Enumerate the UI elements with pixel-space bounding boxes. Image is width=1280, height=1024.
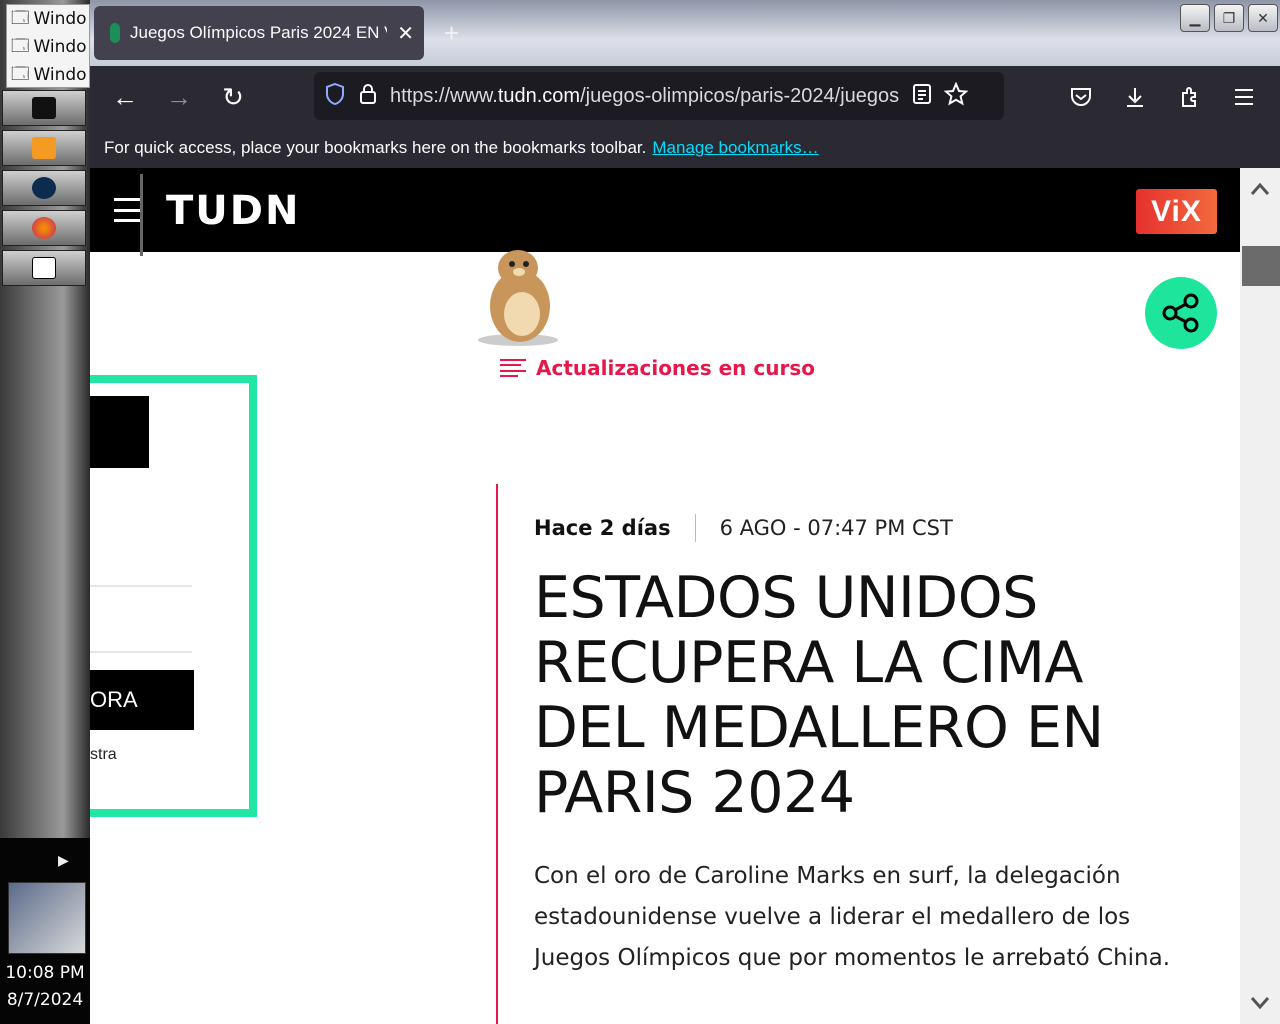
clock-time: 10:08 PM [5,963,85,983]
page-scrollbar[interactable] [1240,168,1280,1024]
timestamp: 6 AGO - 07:47 PM CST [719,516,953,540]
extensions-icon[interactable] [1173,80,1207,114]
window-icon: 🗔 [11,7,30,28]
web-page: TUDN ViX Actualizaciones en curso ORA st… [90,168,1240,1024]
article-summary: Con el oro de Caroline Marks en surf, la… [534,863,1171,971]
tudn-logo[interactable]: TUDN [166,188,300,234]
tracking-protection-shield-icon[interactable] [324,82,346,111]
bookmarks-message: For quick access, place your bookmarks h… [104,138,647,157]
app-menu-icon[interactable] [1227,80,1261,114]
share-icon [1162,293,1199,333]
taskbar-app-button[interactable] [2,250,86,286]
window-list-item[interactable]: 🗔 Windo [7,5,89,33]
window-icon: 🗔 [11,63,30,84]
window-icon: 🗔 [11,35,30,56]
restore-icon[interactable]: ❐ [1214,4,1244,32]
taskbar-app-button[interactable] [2,90,86,126]
window-list-item[interactable]: 🗔 Windo [7,33,89,61]
header-divider [140,174,143,256]
clock-date: 8/7/2024 [6,990,84,1010]
ad-divider [90,651,192,653]
7zip-icon [32,257,56,279]
taskbar-app-button[interactable] [2,170,86,206]
taskbar-app-button[interactable] [2,210,86,246]
tab-favicon-icon [110,23,120,43]
window-list-item[interactable]: 🗔 Windo [7,61,89,87]
live-updates-label[interactable]: Actualizaciones en curso [500,356,815,380]
scroll-down-icon[interactable] [1250,990,1270,1016]
lock-icon[interactable] [358,82,378,111]
new-tab-icon[interactable]: + [444,18,459,49]
close-window-icon[interactable]: ✕ [1248,4,1278,32]
manage-bookmarks-link[interactable]: Manage bookmarks… [652,138,818,158]
os-taskbar: 🗔 Windo 🗔 Windo 🗔 Windo ▶ 10:08 PM 8/7/2024 [0,0,90,1024]
ad-image [90,396,149,468]
url-text[interactable]: https://www.tudn.com/juegos-olimpicos/pa… [390,85,900,108]
taskbar-app-button[interactable] [2,130,86,166]
url-bar[interactable]: https://www.tudn.com/juegos-olimpicos/pa… [314,72,1004,120]
time-ago: Hace 2 días [534,516,671,540]
article-headline: ESTADOS UNIDOS RECUPERA LA CIMA DEL MEDA… [534,565,1104,826]
reader-view-icon[interactable] [912,83,932,110]
back-icon[interactable]: ← [108,80,142,114]
forward-icon[interactable]: → [162,80,196,114]
minimize-icon[interactable]: ▁ [1180,4,1210,32]
downloads-icon[interactable] [1118,80,1152,114]
globe-icon [32,177,56,199]
meta-separator [694,514,696,542]
scrollbar-thumb[interactable] [1242,246,1280,286]
window-list: 🗔 Windo 🗔 Windo 🗔 Windo [6,4,90,88]
vix-button[interactable]: ViX [1136,189,1217,234]
firefox-icon [32,217,56,239]
bookmarks-toolbar: For quick access, place your bookmarks h… [90,128,1280,168]
pocket-icon[interactable] [1064,80,1098,114]
tray-expand-icon[interactable]: ▶ [58,852,69,869]
close-tab-icon[interactable]: ✕ [397,21,414,46]
list-lines-icon [500,359,526,377]
ad-caption: stra [90,746,117,763]
tray-icons[interactable] [8,882,86,954]
bookmark-star-icon[interactable] [943,80,969,111]
clock[interactable]: 10:08 PM 8/7/2024 [0,960,90,1014]
ad-divider [90,585,192,587]
timeline-line [496,484,498,1024]
browser-tab[interactable]: Juegos Olímpicos Paris 2024 EN VIVO ✕ [94,6,424,60]
tab-title: Juegos Olímpicos Paris 2024 EN VIVO [130,23,387,42]
article-meta: Hace 2 días 6 AGO - 07:47 PM CST [534,514,953,542]
scroll-up-icon[interactable] [1250,176,1270,202]
hamster-sticker-icon [478,250,558,346]
system-tray: ▶ 10:08 PM 8/7/2024 [0,838,90,1024]
ad-cta-button[interactable]: ORA [90,670,194,730]
site-header: TUDN ViX [90,168,1240,256]
site-menu-icon[interactable] [114,198,142,222]
app-icon [32,97,56,119]
share-button[interactable] [1145,277,1217,349]
reload-icon[interactable]: ↻ [216,80,250,114]
media-player-icon [32,137,56,159]
